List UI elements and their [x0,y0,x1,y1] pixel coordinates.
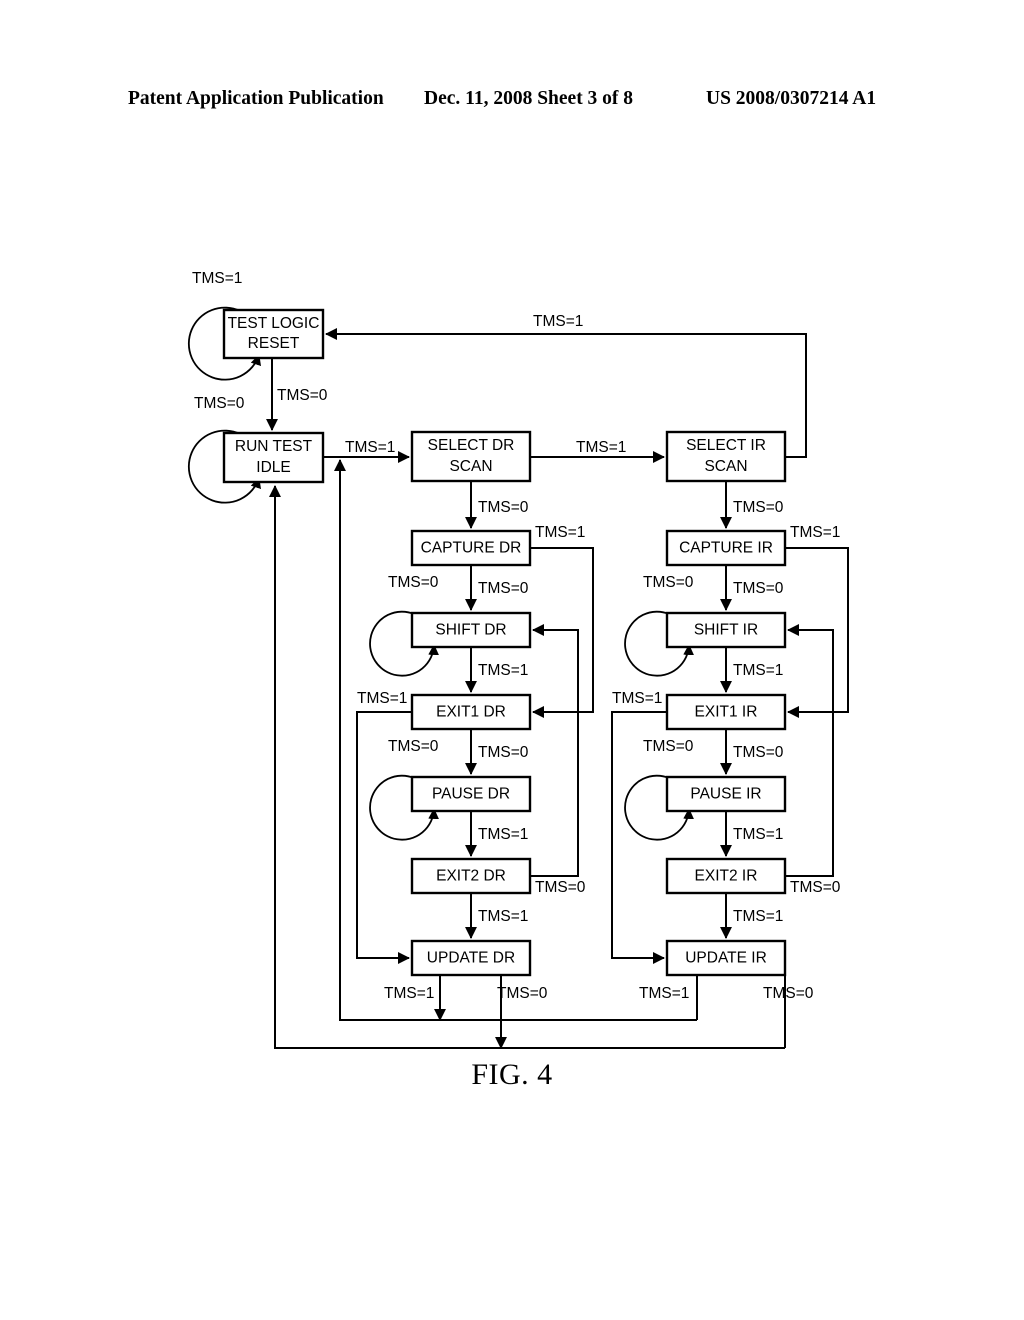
state-shift-ir[interactable]: SHIFT IR [665,611,787,649]
state-label-line2: RESET [248,335,300,352]
label-exit1-dr-to-pause-dr: TMS=0 [478,744,529,761]
wire-exit2-ir-to-shift-ir [785,624,834,877]
label-rti-self-loop: TMS=0 [194,395,245,412]
label-rti-to-select-dr: TMS=1 [345,439,395,456]
state-test-logic-reset[interactable]: TEST LOGIC RESET [222,308,325,360]
state-capture-dr[interactable]: CAPTURE DR [410,529,532,567]
label-capture-dr-to-exit1-dr: TMS=1 [535,524,585,541]
state-pause-dr[interactable]: PAUSE DR [410,775,532,813]
label-exit2-ir-to-update-ir: TMS=1 [733,908,783,925]
label-select-dr-to-capture-dr: TMS=0 [478,499,529,516]
state-label-line1: EXIT1 IR [695,704,758,721]
label-exit2-dr-to-shift-dr: TMS=0 [535,879,586,896]
state-label-line1: RUN TEST [235,438,313,455]
label-exit2-ir-to-shift-ir: TMS=0 [790,879,841,896]
label-capture-dr-to-shift-dr: TMS=0 [478,580,529,597]
state-exit2-ir[interactable]: EXIT2 IR [665,857,787,895]
wire-exit2-dr-to-shift-dr [530,624,579,877]
state-exit1-dr[interactable]: EXIT1 DR [410,693,532,731]
figure-caption: FIG. 4 [471,1058,553,1091]
label-shift-ir-to-exit1-ir: TMS=1 [733,662,783,679]
state-machine-diagram: TEST LOGIC RESET RUN TEST IDLE SELECT DR… [0,0,1024,1320]
label-tlr-self-loop: TMS=1 [192,270,242,287]
label-update-ir-tms0: TMS=0 [763,985,814,1002]
state-label-line1: EXIT2 IR [695,868,758,885]
state-label-line1: SELECT IR [686,437,766,454]
state-label-line1: SHIFT DR [435,622,506,639]
state-label-line1: PAUSE DR [432,786,510,803]
state-label-line2: SCAN [449,458,492,475]
label-pause-ir-to-exit2-ir: TMS=1 [733,826,783,843]
label-tlr-to-rti: TMS=0 [277,387,328,404]
label-select-dr-to-select-ir: TMS=1 [576,439,626,456]
label-capture-ir-to-shift-ir: TMS=0 [733,580,784,597]
state-run-test-idle[interactable]: RUN TEST IDLE [222,431,325,484]
label-shift-dr-self-loop: TMS=0 [388,574,439,591]
state-update-ir[interactable]: UPDATE IR [665,939,787,977]
label-update-dr-tms1: TMS=1 [384,985,434,1002]
state-boxes: TEST LOGIC RESET RUN TEST IDLE SELECT DR… [222,308,787,977]
state-label-line2: IDLE [256,459,290,476]
state-select-dr-scan[interactable]: SELECT DR SCAN [410,430,532,483]
label-select-ir-to-tlr: TMS=1 [533,313,583,330]
state-shift-dr[interactable]: SHIFT DR [410,611,532,649]
state-select-ir-scan[interactable]: SELECT IR SCAN [665,430,787,483]
label-exit2-dr-to-update-dr: TMS=1 [478,908,528,925]
label-pause-ir-self-loop: TMS=0 [643,738,694,755]
label-select-ir-to-capture-ir: TMS=0 [733,499,784,516]
state-label-line1: UPDATE IR [685,950,767,967]
label-update-ir-tms1: TMS=1 [639,985,689,1002]
label-shift-ir-self-loop: TMS=0 [643,574,694,591]
state-capture-ir[interactable]: CAPTURE IR [665,529,787,567]
label-update-dr-tms0: TMS=0 [497,985,548,1002]
state-exit1-ir[interactable]: EXIT1 IR [665,693,787,731]
label-shift-dr-to-exit1-dr: TMS=1 [478,662,528,679]
label-pause-dr-self-loop: TMS=0 [388,738,439,755]
state-label-line1: UPDATE DR [427,950,515,967]
state-update-dr[interactable]: UPDATE DR [410,939,532,977]
state-label-line1: SHIFT IR [694,622,758,639]
state-pause-ir[interactable]: PAUSE IR [665,775,787,813]
label-exit1-dr-to-update-dr: TMS=1 [357,690,407,707]
label-exit1-ir-to-pause-ir: TMS=0 [733,744,784,761]
label-pause-dr-to-exit2-dr: TMS=1 [478,826,528,843]
label-exit1-ir-to-update-ir: TMS=1 [612,690,662,707]
state-label-line1: EXIT2 DR [436,868,506,885]
state-exit2-dr[interactable]: EXIT2 DR [410,857,532,895]
state-label-line1: SELECT DR [428,437,515,454]
state-label-line1: CAPTURE DR [421,540,522,557]
state-label-line1: PAUSE IR [690,786,761,803]
state-label-line1: CAPTURE IR [679,540,773,557]
state-label-line2: SCAN [704,458,747,475]
state-label-line1: EXIT1 DR [436,704,506,721]
label-capture-ir-to-exit1-ir: TMS=1 [790,524,840,541]
state-label-line1: TEST LOGIC [228,315,320,332]
